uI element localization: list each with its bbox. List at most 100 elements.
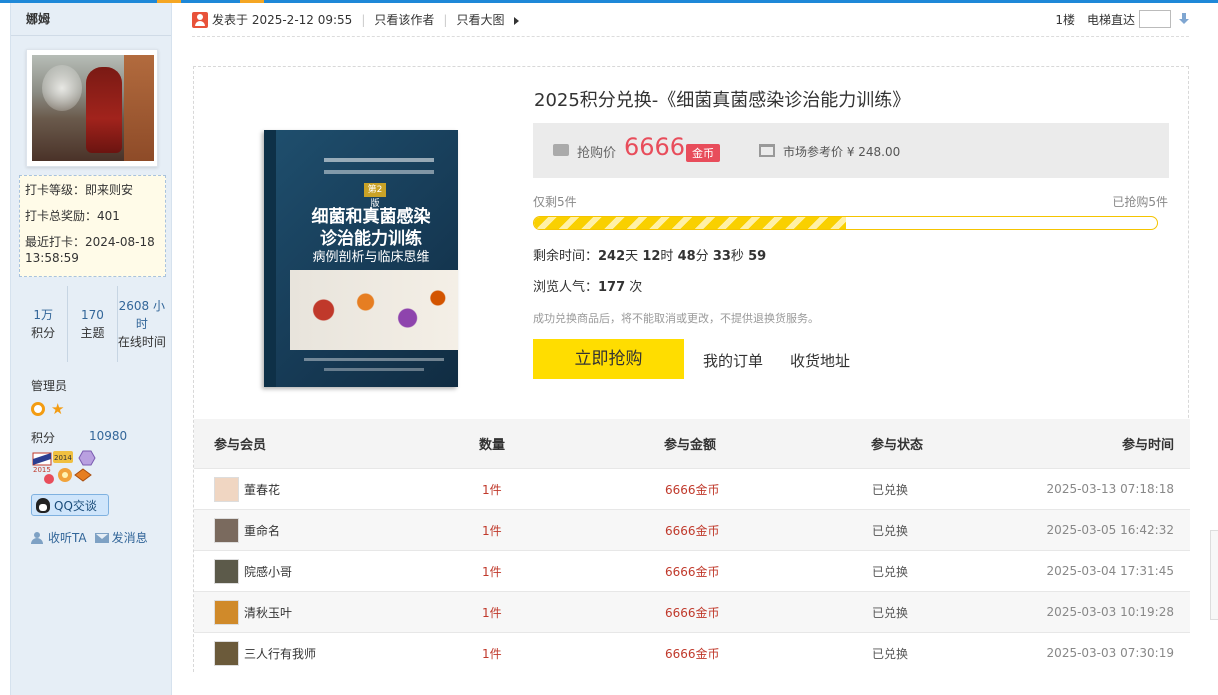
member-avatar xyxy=(214,640,239,666)
book-footer-line xyxy=(304,358,444,361)
author-only-link[interactable]: 只看该作者 xyxy=(374,11,434,28)
user-stats: 1万 积分 170 主题 2608 小时 在线时间 xyxy=(19,286,166,362)
col-status: 参与状态 xyxy=(871,438,924,453)
medals-icon[interactable]: 2015 2014 xyxy=(31,449,105,485)
member-cell[interactable]: 院感小哥 xyxy=(214,551,292,591)
book-cover-image[interactable]: 第2版 细菌和真菌感染 诊治能力训练 病例剖析与临床思维 xyxy=(264,130,458,387)
status-cell: 已兑换 xyxy=(872,482,909,497)
member-cell[interactable]: 清秋玉叶 xyxy=(214,592,292,632)
top-accent-bar xyxy=(0,0,1218,3)
user-role[interactable]: 管理员 xyxy=(31,377,67,394)
follow-link[interactable]: 收听TA xyxy=(31,529,87,546)
author-icon xyxy=(192,11,208,28)
book-footer-line xyxy=(324,368,424,371)
checkin-level: 打卡等级：即来则安 xyxy=(25,183,134,197)
message-label: 发消息 xyxy=(111,531,148,545)
qq-chat-button[interactable]: QQ交谈 xyxy=(31,494,109,516)
coins-icon xyxy=(553,144,569,156)
member-cell[interactable]: 三人行有我师 xyxy=(214,633,316,673)
stat-topics[interactable]: 170 主题 xyxy=(68,286,118,362)
book-author-line xyxy=(324,170,434,174)
follow-label: 收听TA xyxy=(48,531,87,545)
avatar[interactable] xyxy=(26,49,158,167)
member-cell[interactable]: 董春花 xyxy=(214,469,280,509)
col-amount: 参与金额 xyxy=(664,438,717,453)
table-row: 三人行有我师 1件 6666金币 已兑换 2025-03-03 07:30:19 xyxy=(194,632,1190,673)
member-cell[interactable]: 重命名 xyxy=(214,510,280,550)
amount-cell: 6666金币 xyxy=(665,646,720,661)
amount-cell: 6666金币 xyxy=(665,523,720,538)
sales-progress-bar xyxy=(533,216,1158,230)
checkin-reward: 打卡总奖励：401 xyxy=(25,209,120,223)
jump-label: 电梯直达 xyxy=(1086,12,1135,27)
buy-now-button[interactable]: 立即抢购 xyxy=(533,339,684,379)
book-illustration xyxy=(290,270,458,350)
user-rank-stars: ★ xyxy=(31,400,65,418)
participants-table: 参与会员 数量 参与金额 参与状态 参与时间 董春花 1件 6666金币 已兑换… xyxy=(194,419,1190,673)
currency-tag: 金币 xyxy=(686,144,720,162)
medal-year-b: 2014 xyxy=(54,454,72,462)
star-icon: ★ xyxy=(51,400,65,418)
username[interactable]: 娜姆 xyxy=(11,3,171,36)
avatar-figure xyxy=(86,67,122,153)
product-title: 2025积分兑换-《细菌真菌感染诊治能力训练》 xyxy=(534,90,911,111)
table-header-row: 参与会员 数量 参与金额 参与状态 参与时间 xyxy=(194,419,1190,468)
book-edition: 第2版 xyxy=(364,183,386,209)
follow-icon xyxy=(31,531,45,544)
product-card: 第2版 细菌和真菌感染 诊治能力训练 病例剖析与临床思维 2025积分兑换-《细… xyxy=(193,66,1190,673)
amount-cell: 6666金币 xyxy=(665,564,720,579)
checkin-last: 最近打卡：2024-08-18 13:58:59 xyxy=(25,235,155,265)
stock-sold: 已抢购5件 xyxy=(1112,195,1168,209)
views-prefix: 浏览人气： xyxy=(533,280,599,295)
avatar-image xyxy=(32,55,154,161)
down-arrow-icon[interactable] xyxy=(1179,13,1189,25)
buy-price-value: 6666 xyxy=(624,133,686,161)
views-unit: 次 xyxy=(629,280,643,295)
quantity-cell: 1件 xyxy=(482,523,502,538)
table-row: 董春花 1件 6666金币 已兑换 2025-03-13 07:18:18 xyxy=(194,468,1190,509)
member-name: 董春花 xyxy=(244,482,281,497)
medal-year-a: 2015 xyxy=(33,466,51,474)
member-name: 清秋玉叶 xyxy=(244,605,293,620)
countdown-seconds-unit: 秒 xyxy=(730,249,744,264)
member-avatar xyxy=(214,476,239,502)
stat-online[interactable]: 2608 小时 在线时间 xyxy=(118,286,166,362)
countdown-days-unit: 天 xyxy=(625,249,639,264)
status-cell: 已兑换 xyxy=(872,605,909,620)
floor-number: 1楼 xyxy=(1055,12,1075,27)
message-link[interactable]: 发消息 xyxy=(94,529,148,546)
floor-jump-input[interactable] xyxy=(1139,10,1171,28)
member-name: 重命名 xyxy=(244,523,281,538)
stat-points-value: 1万 xyxy=(33,308,53,322)
countdown-days: 242 xyxy=(598,249,626,264)
col-time: 参与时间 xyxy=(1121,438,1174,453)
book-spine xyxy=(264,130,276,387)
stat-topics-value: 170 xyxy=(81,308,104,322)
member-avatar xyxy=(214,517,239,543)
post-time: 发表于 2025-2-12 09:55 xyxy=(212,13,353,27)
quantity-cell: 1件 xyxy=(482,482,502,497)
quantity-cell: 1件 xyxy=(482,564,502,579)
buy-price-label: 抢购价 xyxy=(577,146,617,161)
view-count: 浏览人气：177 次 xyxy=(533,276,642,295)
table-row: 清秋玉叶 1件 6666金币 已兑换 2025-03-03 10:19:28 xyxy=(194,591,1190,632)
quantity-cell: 1件 xyxy=(482,646,502,661)
my-orders-link[interactable]: 我的订单 xyxy=(703,350,763,371)
table-row: 重命名 1件 6666金币 已兑换 2025-03-05 16:42:32 xyxy=(194,509,1190,550)
stat-points[interactable]: 1万 积分 xyxy=(19,286,69,362)
member-name: 院感小哥 xyxy=(244,564,293,579)
stat-topics-label: 主题 xyxy=(80,326,105,340)
countdown-minutes: 48 xyxy=(677,249,696,264)
shipping-address-link[interactable]: 收货地址 xyxy=(790,350,850,371)
col-member: 参与会员 xyxy=(214,438,267,453)
big-image-link[interactable]: 只看大图 xyxy=(456,11,520,28)
points-label: 积分 xyxy=(31,431,56,445)
countdown-ticks: 59 xyxy=(748,249,767,264)
book-author-line xyxy=(324,158,434,162)
price-box: 抢购价 6666 金币 市场参考价 ¥ 248.00 xyxy=(533,123,1169,178)
points-value: 10980 xyxy=(89,429,128,443)
stat-online-label: 在线时间 xyxy=(117,335,166,349)
side-scroll-widget[interactable] xyxy=(1210,530,1218,620)
post-header: 发表于 2025-2-12 09:55 | 只看该作者 | 只看大图 1楼 电梯… xyxy=(192,4,1189,37)
member-avatar xyxy=(214,558,239,584)
